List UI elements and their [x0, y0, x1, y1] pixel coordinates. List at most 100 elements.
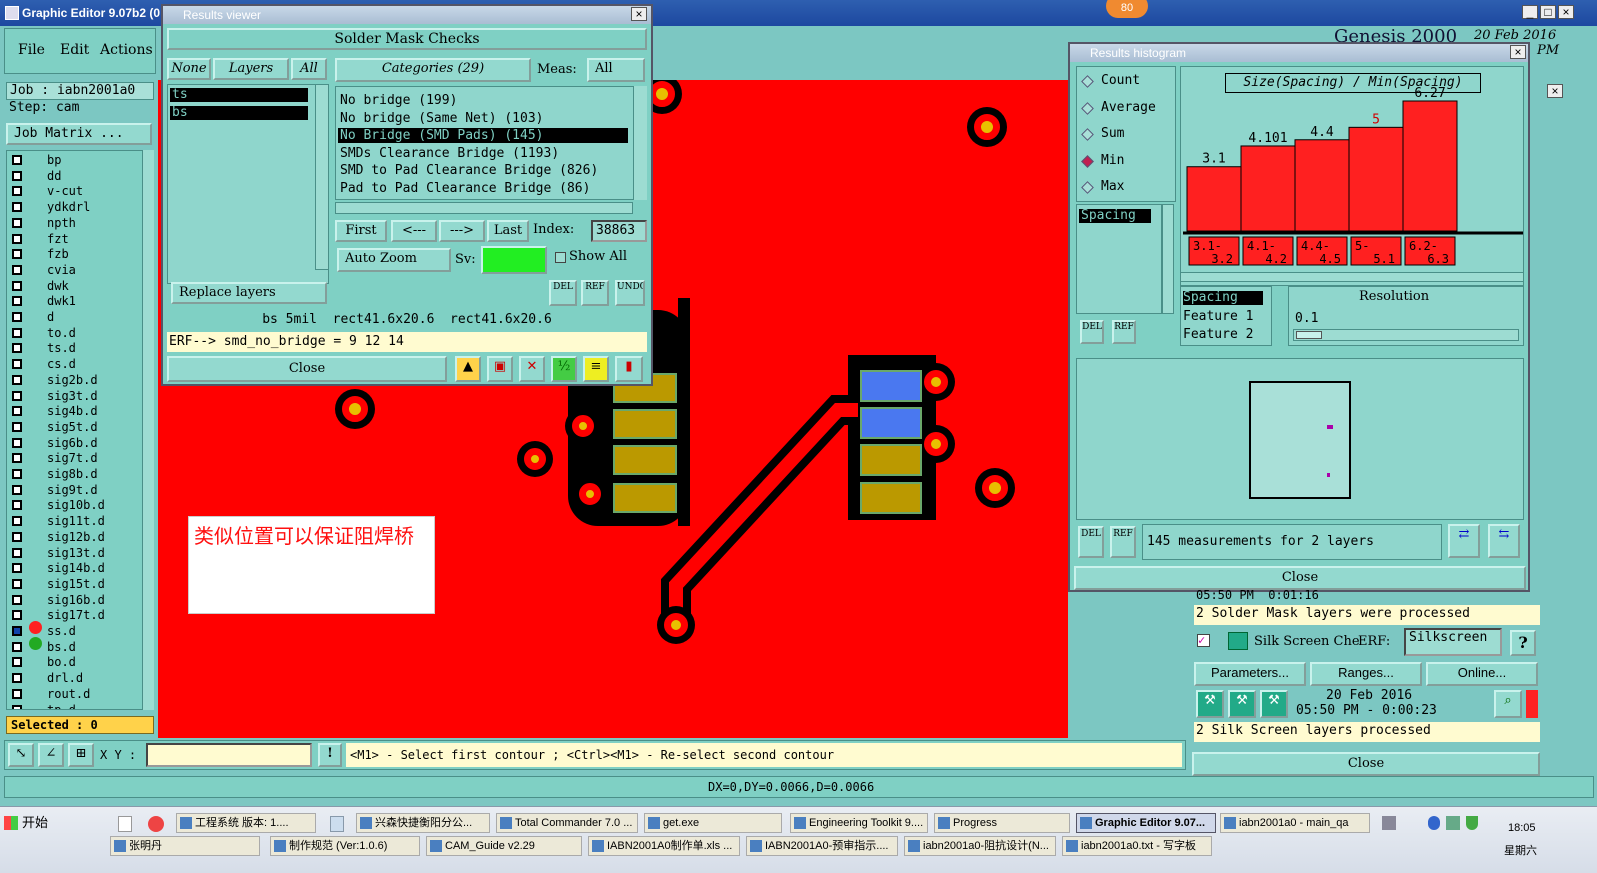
layer-checkbox[interactable]: [12, 641, 22, 652]
field-spacing[interactable]: Spacing: [1183, 291, 1263, 305]
zoom-icon[interactable]: ⌕: [1494, 690, 1522, 718]
layer-name[interactable]: fzb: [45, 247, 127, 262]
layer-checkbox[interactable]: [12, 296, 22, 307]
layer-row[interactable]: dd: [9, 168, 127, 184]
layer-item-bs[interactable]: bs: [170, 106, 308, 120]
histo-del-button[interactable]: DEL: [1080, 320, 1104, 344]
layer-row[interactable]: sig4b.d: [9, 404, 127, 419]
layer-name[interactable]: to.d: [45, 325, 127, 340]
last-button[interactable]: Last: [487, 220, 529, 242]
layer-name[interactable]: sig6b.d: [45, 435, 127, 450]
resolution-slider[interactable]: [1293, 329, 1519, 341]
layer-row[interactable]: sig10b.d: [9, 498, 127, 513]
layer-row[interactable]: cvia: [9, 262, 127, 278]
histo-ref-button-2[interactable]: REF: [1110, 526, 1136, 558]
taskbar-button[interactable]: 工程系统 版本: 1....: [176, 813, 316, 833]
category-item[interactable]: No Bridge (SMD Pads) (145): [338, 128, 628, 144]
layer-row[interactable]: sig12b.d: [9, 529, 127, 545]
results-viewer-close-x[interactable]: ×: [631, 7, 647, 21]
layer-name[interactable]: sig14b.d: [45, 561, 127, 576]
layer-checkbox[interactable]: [12, 312, 22, 322]
layer-checkbox[interactable]: [12, 484, 22, 495]
quicklaunch-icon-3[interactable]: [330, 816, 344, 832]
run-icon-2[interactable]: ⚒: [1228, 690, 1256, 718]
ranges-button[interactable]: Ranges...: [1310, 662, 1422, 686]
layer-name[interactable]: tp.d: [45, 702, 127, 709]
first-button[interactable]: First: [335, 220, 387, 242]
taskbar-button[interactable]: iabn2001a0.txt - 写字板: [1062, 836, 1212, 856]
layer-result-scrollbar[interactable]: [315, 84, 329, 270]
radio-indicator[interactable]: [1081, 154, 1094, 168]
layer-row[interactable]: rout.d: [9, 686, 127, 702]
sv-color-dropdown[interactable]: [481, 246, 547, 274]
results-close-button[interactable]: Close: [167, 356, 447, 382]
layer-row[interactable]: sig14b.d: [9, 561, 127, 576]
layer-row[interactable]: d: [9, 310, 127, 325]
meas-dropdown[interactable]: All: [587, 58, 645, 82]
tool-icon-a[interactable]: ▲: [455, 356, 481, 382]
run-icon-3[interactable]: ⚒: [1260, 690, 1288, 718]
quicklaunch-icon-2[interactable]: [148, 816, 164, 832]
layer-name[interactable]: sig4b.d: [45, 404, 127, 419]
layer-row[interactable]: npth: [9, 215, 127, 231]
auto-zoom-button[interactable]: Auto Zoom: [337, 248, 451, 272]
layer-name[interactable]: sig2b.d: [45, 372, 127, 387]
category-item[interactable]: No bridge (Same Net) (103): [338, 111, 628, 126]
layer-name[interactable]: sig9t.d: [45, 482, 127, 497]
layer-checkbox[interactable]: [12, 170, 22, 181]
next-button[interactable]: --->: [439, 220, 485, 242]
layer-name[interactable]: sig7t.d: [45, 451, 127, 466]
histo-export-icon-1[interactable]: ⇄: [1448, 524, 1480, 558]
tool-icon-c[interactable]: ✕: [519, 356, 545, 382]
layer-checkbox[interactable]: [12, 233, 22, 244]
radio-indicator[interactable]: [1081, 101, 1094, 115]
layer-row[interactable]: sig16b.d: [9, 592, 127, 608]
layer-row[interactable]: sig9t.d: [9, 482, 127, 498]
categories-button[interactable]: Categories (29): [335, 58, 531, 82]
undo-button[interactable]: UNDO: [615, 280, 645, 306]
taskbar-button[interactable]: Total Commander 7.0 ...: [496, 813, 638, 833]
menu-file[interactable]: File: [18, 42, 45, 58]
layer-row[interactable]: drl.d: [9, 671, 127, 686]
taskbar-button[interactable]: iabn2001a0-阻抗设计(N...: [904, 836, 1056, 856]
layer-checkbox[interactable]: [12, 343, 22, 354]
layer-name[interactable]: cs.d: [45, 357, 127, 372]
shield-icon[interactable]: [1466, 816, 1478, 830]
histogram-close-button[interactable]: Close: [1074, 566, 1526, 590]
layer-row[interactable]: bs.d: [9, 639, 127, 655]
layer-row[interactable]: fzt: [9, 231, 127, 247]
xy-input[interactable]: [146, 743, 312, 767]
show-all-checkbox[interactable]: [555, 252, 566, 263]
layer-name[interactable]: drl.d: [45, 671, 127, 686]
printer-icon[interactable]: [1382, 816, 1396, 830]
layer-checkbox[interactable]: [12, 359, 22, 370]
histo-del-button-2[interactable]: DEL: [1078, 526, 1104, 558]
layer-checkbox[interactable]: [12, 688, 22, 699]
job-matrix-button[interactable]: Job Matrix ...: [6, 123, 152, 145]
layer-checkbox[interactable]: [12, 594, 22, 605]
taskbar-button[interactable]: iabn2001a0 - main_qa: [1220, 813, 1370, 833]
layer-name[interactable]: npth: [45, 215, 127, 230]
layer-checkbox[interactable]: [12, 186, 22, 197]
layer-name[interactable]: sig11t.d: [45, 514, 127, 529]
radio-option[interactable]: Max: [1081, 179, 1171, 197]
layer-name[interactable]: dd: [45, 168, 127, 183]
layer-row[interactable]: sig2b.d: [9, 372, 127, 388]
run-icon-1[interactable]: ⚒: [1196, 690, 1224, 718]
layer-checkbox[interactable]: [12, 264, 22, 275]
layer-name[interactable]: sig13t.d: [45, 545, 127, 560]
taskbar-button[interactable]: 张明丹: [110, 836, 260, 856]
histogram-close-x[interactable]: ×: [1510, 45, 1526, 59]
layer-result-list[interactable]: ts bs: [167, 84, 329, 284]
online-button[interactable]: Online...: [1426, 662, 1538, 686]
layer-name[interactable]: sig17t.d: [45, 608, 127, 623]
layer-name[interactable]: dwk1: [45, 294, 127, 309]
radio-option[interactable]: Min: [1081, 153, 1171, 171]
layer-checkbox[interactable]: [12, 155, 22, 165]
layer-checkbox[interactable]: [12, 531, 22, 542]
start-button[interactable]: 开始: [2, 812, 52, 834]
taskbar-button[interactable]: 制作规范 (Ver:1.0.6): [270, 836, 420, 856]
layer-name[interactable]: rout.d: [45, 686, 127, 701]
taskbar-button[interactable]: 兴森快捷衡阳分公...: [356, 813, 490, 833]
layer-row[interactable]: sig5t.d: [9, 419, 127, 435]
